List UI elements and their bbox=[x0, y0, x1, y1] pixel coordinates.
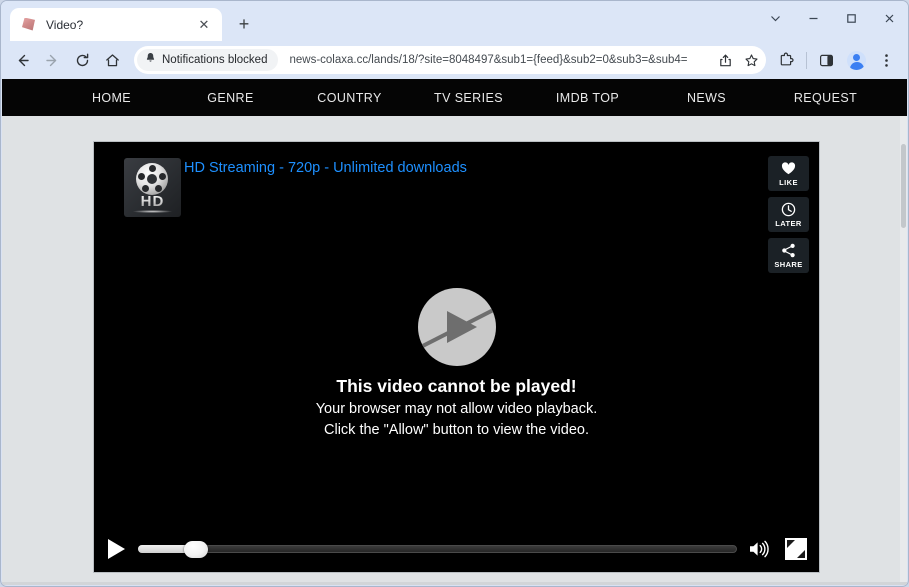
tab-strip: Video? ✕ + bbox=[1, 1, 908, 41]
scrollbar-thumb[interactable] bbox=[901, 144, 906, 228]
back-arrow-icon[interactable] bbox=[8, 46, 37, 75]
later-button[interactable]: LATER bbox=[768, 197, 809, 232]
side-panel-icon[interactable] bbox=[812, 46, 841, 75]
browser-tab[interactable]: Video? ✕ bbox=[10, 8, 222, 41]
bookmark-star-icon[interactable] bbox=[738, 47, 764, 73]
page-viewport: HOME GENRE COUNTRY TV SERIES IMDB TOP NE… bbox=[2, 79, 907, 585]
progress-track[interactable] bbox=[138, 545, 737, 553]
site-navigation: HOME GENRE COUNTRY TV SERIES IMDB TOP NE… bbox=[2, 79, 907, 116]
close-icon[interactable]: ✕ bbox=[194, 15, 214, 35]
page-scrollbar[interactable] bbox=[900, 116, 907, 585]
share-icon[interactable] bbox=[712, 47, 738, 73]
browser-toolbar: Notifications blocked news-colaxa.cc/lan… bbox=[1, 41, 908, 79]
nav-item-imdb-top[interactable]: IMDB TOP bbox=[528, 91, 647, 105]
notifications-blocked-chip[interactable]: Notifications blocked bbox=[137, 49, 279, 71]
address-bar[interactable]: Notifications blocked news-colaxa.cc/lan… bbox=[134, 46, 766, 74]
close-window-icon[interactable] bbox=[870, 1, 908, 35]
progress-slider[interactable] bbox=[138, 540, 737, 558]
profile-avatar-icon[interactable] bbox=[842, 46, 871, 75]
fullscreen-icon[interactable] bbox=[785, 538, 807, 560]
promo-link[interactable]: HD Streaming - 720p - Unlimited download… bbox=[184, 160, 467, 176]
url-text[interactable]: news-colaxa.cc/lands/18/?site=8048497&su… bbox=[289, 54, 712, 66]
notifications-blocked-label: Notifications blocked bbox=[162, 54, 268, 66]
player-header: HD HD Streaming - 720p - Unlimited downl… bbox=[94, 142, 819, 238]
nav-item-country[interactable]: COUNTRY bbox=[290, 91, 409, 105]
video-player[interactable]: HD HD Streaming - 720p - Unlimited downl… bbox=[93, 141, 820, 573]
player-side-buttons: LIKE LATER SHARE bbox=[768, 156, 809, 273]
like-button[interactable]: LIKE bbox=[768, 156, 809, 191]
nav-item-home[interactable]: HOME bbox=[52, 91, 171, 105]
hd-badge-label: HD bbox=[124, 193, 181, 213]
nav-item-news[interactable]: NEWS bbox=[647, 91, 766, 105]
nav-item-tv-series[interactable]: TV SERIES bbox=[409, 91, 528, 105]
browser-window: Video? ✕ + Notifications blocked news-co… bbox=[0, 0, 909, 587]
error-line-2: Click the "Allow" button to view the vid… bbox=[324, 421, 589, 438]
reload-icon[interactable] bbox=[68, 46, 97, 75]
share-nodes-icon bbox=[781, 243, 796, 259]
heart-icon bbox=[781, 161, 796, 177]
avatar bbox=[847, 50, 866, 70]
home-icon[interactable] bbox=[98, 46, 127, 75]
share-label: SHARE bbox=[774, 259, 803, 269]
error-message: This video cannot be played! Your browse… bbox=[94, 376, 819, 440]
like-label: LIKE bbox=[779, 177, 798, 187]
player-controls bbox=[94, 526, 819, 572]
toolbar-divider bbox=[806, 51, 807, 69]
extensions-puzzle-icon[interactable] bbox=[772, 46, 801, 75]
later-label: LATER bbox=[775, 218, 802, 228]
error-title: This video cannot be played! bbox=[336, 376, 577, 396]
volume-icon[interactable] bbox=[746, 538, 772, 560]
video-site-favicon bbox=[21, 17, 37, 33]
play-blocked-icon[interactable] bbox=[417, 288, 496, 366]
omnibox-actions bbox=[712, 47, 766, 73]
bell-blocked-icon bbox=[145, 51, 156, 69]
film-reel-icon: HD bbox=[124, 158, 181, 217]
nav-item-request[interactable]: REQUEST bbox=[766, 91, 885, 105]
window-controls bbox=[756, 1, 908, 35]
page-bottom-edge bbox=[2, 582, 907, 585]
error-line-1: Your browser may not allow video playbac… bbox=[315, 401, 598, 417]
share-button[interactable]: SHARE bbox=[768, 238, 809, 273]
three-dot-menu-icon[interactable] bbox=[872, 46, 901, 75]
progress-handle[interactable] bbox=[184, 540, 208, 558]
tab-title: Video? bbox=[46, 17, 84, 32]
tab-search-chevron-icon[interactable] bbox=[756, 1, 794, 35]
new-tab-button[interactable]: + bbox=[230, 10, 258, 38]
forward-arrow-icon[interactable] bbox=[38, 46, 67, 75]
minimize-icon[interactable] bbox=[794, 1, 832, 35]
nav-item-genre[interactable]: GENRE bbox=[171, 91, 290, 105]
maximize-icon[interactable] bbox=[832, 1, 870, 35]
clock-icon bbox=[781, 202, 796, 218]
play-icon[interactable] bbox=[108, 539, 125, 559]
